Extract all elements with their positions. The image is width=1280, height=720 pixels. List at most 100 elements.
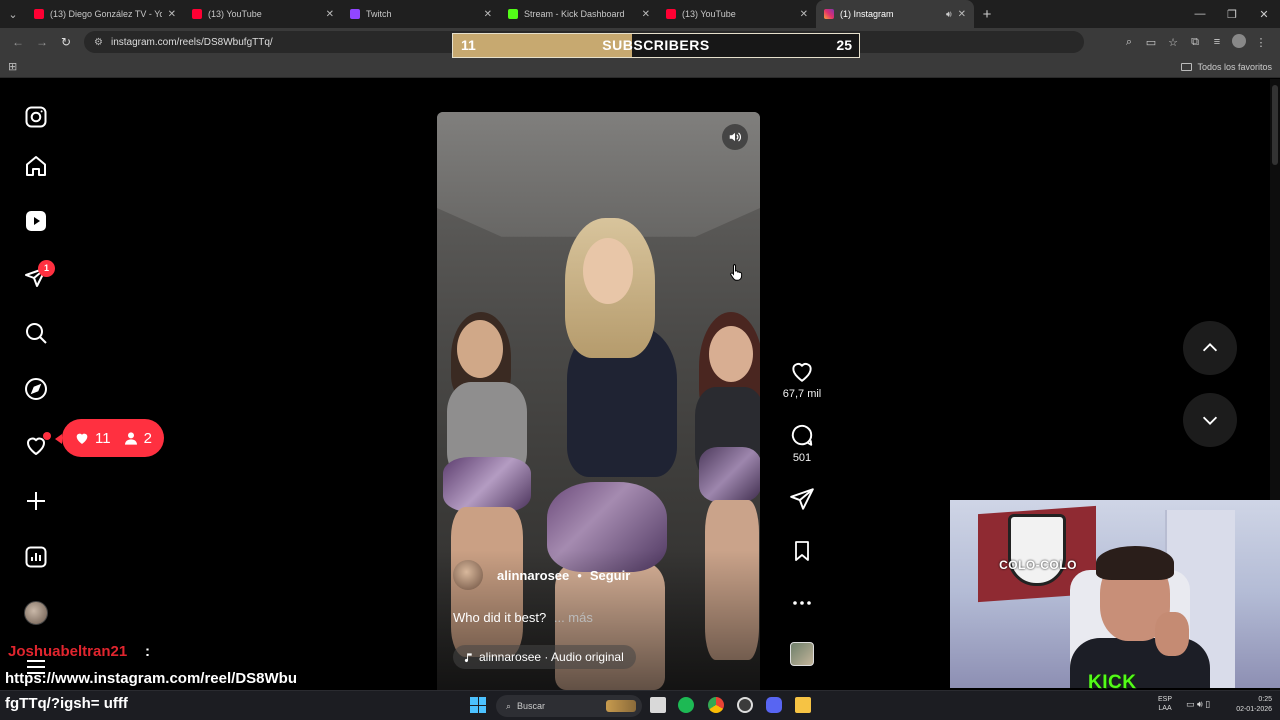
reels-icon[interactable]: [22, 207, 50, 235]
follow-button[interactable]: Seguir: [590, 568, 630, 583]
discord-icon[interactable]: [766, 697, 782, 713]
profile-avatar[interactable]: [24, 601, 48, 625]
all-bookmarks-folder[interactable]: Todos los favoritos: [1181, 62, 1272, 72]
language-indicator[interactable]: ESP LAA: [1158, 695, 1172, 713]
tab-youtube-diego[interactable]: (13) Diego González TV - YouTube ✕: [26, 0, 184, 28]
author-username[interactable]: alinnarosee: [497, 568, 569, 583]
taskbar-clock[interactable]: 0:25 02-01-2026: [1222, 695, 1272, 715]
caption-text: Who did it best?: [453, 610, 547, 625]
restore-icon[interactable]: ❐: [1216, 8, 1248, 21]
streamer-webcam: COLO-COLO: [950, 500, 1280, 688]
system-tray[interactable]: ▭ 🔊︎ ▯: [1186, 699, 1210, 710]
search-icon[interactable]: [22, 319, 50, 347]
more-options-button[interactable]: [776, 591, 828, 615]
explore-compass-icon[interactable]: [22, 375, 50, 403]
close-icon[interactable]: ✕: [958, 9, 966, 20]
close-icon[interactable]: ✕: [484, 9, 492, 20]
taskbar-search[interactable]: ⌕ Buscar: [496, 695, 642, 717]
close-window-icon[interactable]: ✕: [1248, 8, 1280, 21]
bookmarks-bar: ⊞ Todos los favoritos: [0, 56, 1280, 78]
comment-button[interactable]: 501: [776, 422, 828, 464]
apps-grid-icon[interactable]: ⊞: [8, 60, 17, 73]
author-avatar[interactable]: [453, 560, 483, 590]
browser-tabstrip: ⌄ (13) Diego González TV - YouTube ✕ (13…: [0, 0, 1280, 28]
bookmark-star-icon[interactable]: ☆: [1162, 36, 1184, 49]
speaker-icon[interactable]: 🔊︎: [946, 9, 952, 20]
like-button[interactable]: 67,7 mil: [776, 358, 828, 400]
chat-username: Joshuabeltran21: [8, 643, 128, 660]
forward-icon[interactable]: →: [30, 35, 54, 49]
poster-text: COLO-COLO: [999, 558, 1077, 572]
windows-start-icon[interactable]: [470, 697, 486, 713]
zoom-icon[interactable]: ⌕: [1118, 36, 1140, 49]
person-icon: [124, 432, 137, 445]
likes-count: 67,7 mil: [782, 388, 822, 400]
streamer-figure: [1096, 546, 1174, 580]
next-reel-button[interactable]: [1183, 393, 1237, 447]
cast-icon[interactable]: ▭: [1140, 36, 1162, 49]
create-plus-icon[interactable]: [22, 487, 50, 515]
activity-tooltip: 11 2: [55, 419, 164, 457]
notifications-dot: [43, 432, 51, 440]
new-tab-button[interactable]: +: [974, 0, 1000, 28]
chrome-icon[interactable]: [708, 697, 724, 713]
dashboard-chart-icon[interactable]: [22, 543, 50, 571]
window-controls: — ❐ ✕: [1184, 8, 1280, 21]
video-figure: [699, 447, 760, 502]
volume-icon: [729, 132, 741, 142]
save-button[interactable]: [776, 539, 828, 563]
language-code: ESP: [1158, 696, 1173, 703]
spotify-icon[interactable]: [678, 697, 694, 713]
streamer-figure: [1155, 612, 1189, 656]
more-dots-icon: [793, 601, 811, 605]
mute-button[interactable]: [722, 124, 748, 150]
task-view-icon[interactable]: [650, 697, 666, 713]
back-icon[interactable]: ←: [6, 35, 30, 49]
tab-title: (13) YouTube: [208, 9, 262, 19]
previous-reel-button[interactable]: [1183, 321, 1237, 375]
obs-icon[interactable]: [737, 697, 753, 713]
reel-video[interactable]: alinnarosee • Seguir Who did it best? ..…: [437, 112, 760, 690]
instagram-logo-icon[interactable]: [22, 103, 50, 131]
media-controls-icon[interactable]: ≡: [1206, 36, 1228, 48]
separator-dot: •: [577, 567, 582, 583]
search-icon: ⌕: [506, 700, 512, 711]
minimize-icon[interactable]: —: [1184, 8, 1216, 21]
likes-count-group: 11: [74, 430, 111, 447]
chevron-up-icon: [1202, 343, 1218, 352]
all-bookmarks-label: Todos los favoritos: [1197, 61, 1272, 72]
scrollbar-thumb[interactable]: [1272, 85, 1278, 165]
audio-label: alinnarosee · Audio original: [479, 650, 624, 664]
tab-instagram[interactable]: (1) Instagram 🔊︎ ✕: [816, 0, 974, 28]
network-icon: ▭: [1186, 699, 1195, 709]
audio-thumbnail[interactable]: [790, 642, 814, 666]
browser-menu-icon[interactable]: ⋮: [1250, 36, 1272, 49]
reload-icon[interactable]: ↻: [54, 35, 78, 49]
youtube-favicon-icon: [192, 9, 202, 19]
caption-more-link[interactable]: ... más: [554, 610, 593, 625]
share-send-icon: [790, 488, 814, 510]
site-info-icon[interactable]: ⚙: [94, 37, 103, 48]
profile-avatar[interactable]: [1228, 33, 1250, 51]
reel-caption: Who did it best? ... más: [453, 610, 593, 625]
tab-twitch[interactable]: Twitch ✕: [342, 0, 500, 28]
close-icon[interactable]: ✕: [168, 9, 176, 20]
heart-icon: [76, 433, 88, 444]
tab-youtube-2[interactable]: (13) YouTube ✕: [658, 0, 816, 28]
tab-youtube-1[interactable]: (13) YouTube ✕: [184, 0, 342, 28]
chat-message: https://www.instagram.com/reel/DS8Wbu: [5, 670, 297, 687]
close-icon[interactable]: ✕: [326, 9, 334, 20]
reel-audio-link[interactable]: alinnarosee · Audio original: [453, 645, 636, 669]
music-note-icon: [464, 652, 472, 662]
battery-icon: ▯: [1205, 699, 1211, 709]
close-icon[interactable]: ✕: [800, 9, 808, 20]
share-button[interactable]: [776, 486, 828, 512]
tab-search-chevron-icon[interactable]: ⌄: [0, 0, 26, 28]
tab-title: Stream - Kick Dashboard: [524, 9, 625, 19]
tab-kick-dashboard[interactable]: Stream - Kick Dashboard ✕: [500, 0, 658, 28]
file-explorer-icon[interactable]: [795, 697, 811, 713]
extensions-icon[interactable]: ⧉: [1184, 36, 1206, 49]
comments-count: 501: [792, 452, 812, 464]
close-icon[interactable]: ✕: [642, 9, 650, 20]
home-icon[interactable]: [22, 152, 50, 180]
